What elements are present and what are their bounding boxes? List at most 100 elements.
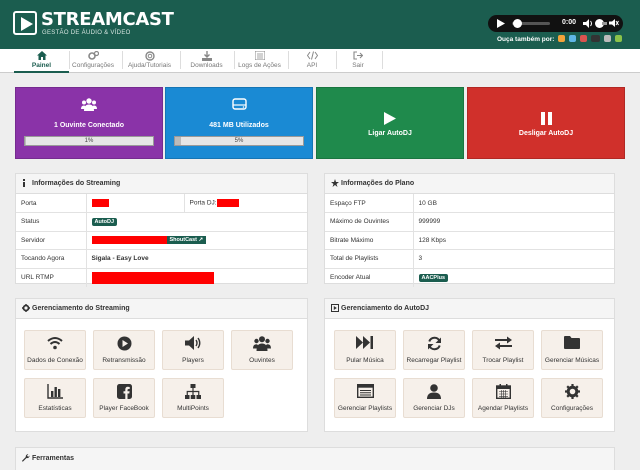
autodj-mgmt-panel: Gerenciamento do AutoDJ Pular Música Rec… xyxy=(324,298,615,432)
gear-icon xyxy=(542,384,602,402)
plan-info-title: Informações do Plano xyxy=(325,174,614,194)
speaker-icon xyxy=(163,336,223,354)
streaming-info-title: Informações do Streaming xyxy=(16,174,307,194)
nav-item-sair[interactable]: Sair xyxy=(334,49,382,72)
plan-info-panel: Informações do Plano Espaço FTP 10 GB Máx… xyxy=(324,173,615,287)
users-icon xyxy=(16,98,162,113)
tile-estatisticas[interactable]: Estatísticas xyxy=(24,378,86,418)
list-icon xyxy=(232,49,287,61)
users-icon xyxy=(232,336,292,354)
player-time: 0:00 xyxy=(562,19,577,26)
exit-icon xyxy=(334,49,382,61)
ouca-label: Ouça também por: xyxy=(497,36,555,43)
play-icon[interactable] xyxy=(496,19,505,28)
listeners-label: 1 Ouvinte Conectado xyxy=(53,122,124,129)
media-icon xyxy=(331,304,339,314)
plan-info-table: Espaço FTP 10 GB Máximo de Ouvintes 999999… xyxy=(325,194,614,287)
pause-icon xyxy=(468,112,624,127)
streaming-info-table: Porta Porta DJ: Status AutoDJ Servidor S… xyxy=(16,194,307,287)
tile-retransmissao[interactable]: Retransmissão xyxy=(93,330,155,370)
tile-players[interactable]: Players xyxy=(162,330,224,370)
volume-icon[interactable] xyxy=(583,19,593,28)
speaker-icon[interactable] xyxy=(609,18,619,28)
tile-pular-musica[interactable]: Pular Música xyxy=(334,330,396,370)
table-row: Bitrate Máximo 128 Kbps xyxy=(325,231,614,250)
table-row: Máximo de Ouvintes 999999 xyxy=(325,212,614,232)
table-row: URL RTMP xyxy=(16,268,307,287)
play-icon xyxy=(317,112,463,127)
status-badge: AutoDJ xyxy=(91,217,118,226)
nav-item-painel[interactable]: Painel xyxy=(14,49,69,73)
tile-configuracoes[interactable]: Configurações xyxy=(541,378,603,418)
star-icon xyxy=(331,179,339,189)
redacted-value xyxy=(91,199,109,207)
app-icons xyxy=(558,35,624,42)
tools-panel: Ferramentas xyxy=(15,447,615,470)
streaming-mgmt-title: Gerenciamento do Streaming xyxy=(16,299,307,319)
gears-icon xyxy=(63,49,123,61)
wifi-icon xyxy=(25,336,85,354)
table-row: Status AutoDJ xyxy=(16,212,307,232)
encoder-badge: AACPlus xyxy=(418,273,449,282)
tile-agendar-playlists[interactable]: Agendar Playlists xyxy=(472,378,534,418)
android-icon[interactable] xyxy=(614,35,622,42)
refresh-icon xyxy=(404,336,464,354)
itunes-icon[interactable] xyxy=(568,35,576,42)
tile-gerenciar-djs[interactable]: Gerenciar DJs xyxy=(403,378,465,418)
tile-gerenciar-musicas[interactable]: Gerenciar Músicas xyxy=(541,330,603,370)
logo-subtitle: GESTÃO DE ÁUDIO & VÍDEO xyxy=(42,30,131,36)
storage-card: 481 MB Utilizados 5% xyxy=(165,87,313,159)
tile-player-facebook[interactable]: Player FaceBook xyxy=(93,378,155,418)
tile-ouvintes[interactable]: Ouvintes xyxy=(231,330,293,370)
info-icon xyxy=(22,179,26,189)
seek-handle[interactable] xyxy=(513,19,522,28)
nav-item-logs[interactable]: Logs de Ações xyxy=(232,49,287,72)
stop-autodj-button[interactable]: Desligar AutoDJ xyxy=(467,87,625,159)
start-autodj-label: Ligar AutoDJ xyxy=(368,130,412,137)
listeners-card: 1 Ouvinte Conectado 1% xyxy=(15,87,163,159)
tile-trocar-playlist[interactable]: Trocar Playlist xyxy=(472,330,534,370)
home-icon xyxy=(14,49,69,61)
tile-multipoints[interactable]: MultiPoints xyxy=(162,378,224,418)
redacted-value xyxy=(91,236,167,245)
storage-label: 481 MB Utilizados xyxy=(209,122,269,129)
table-row: Encoder Atual AACPlus xyxy=(325,268,614,287)
tile-dados-conexao[interactable]: Dados de Conexão xyxy=(24,330,86,370)
vlc-icon[interactable] xyxy=(590,35,600,42)
list-alt-icon xyxy=(335,383,395,402)
code-icon xyxy=(288,49,336,61)
nav-item-downloads[interactable]: Downloads xyxy=(179,49,234,72)
nav-item-ajuda[interactable]: Ajuda/Tutoriais xyxy=(118,49,181,72)
gear-icon xyxy=(22,304,30,314)
logo[interactable]: STREAMCAST GESTÃO DE ÁUDIO & VÍDEO xyxy=(13,10,174,40)
play-logo-icon xyxy=(13,11,37,35)
nav-item-configuracoes[interactable]: Configurações xyxy=(63,49,123,72)
apple-icon[interactable] xyxy=(603,35,611,42)
facebook-icon xyxy=(94,384,154,402)
table-row: Total de Playlists 3 xyxy=(325,249,614,269)
download-icon xyxy=(179,49,234,61)
stop-autodj-label: Desligar AutoDJ xyxy=(518,130,574,137)
table-row: Porta Porta DJ: xyxy=(16,194,307,213)
tile-recarregar-playlist[interactable]: Recarregar Playlist xyxy=(403,330,465,370)
skip-forward-icon xyxy=(335,336,395,354)
start-autodj-button[interactable]: Ligar AutoDJ xyxy=(316,87,464,159)
table-row: Espaço FTP 10 GB xyxy=(325,194,614,213)
media-player-icon[interactable] xyxy=(579,35,587,42)
tile-gerenciar-playlists[interactable]: Gerenciar Playlists xyxy=(334,378,396,418)
tools-title[interactable]: Ferramentas xyxy=(16,448,614,470)
shoutcast-badge[interactable]: ShoutCast ↗ xyxy=(166,236,207,245)
folder-icon xyxy=(542,336,602,354)
table-row: Tocando Agora Sigala - Easy Love xyxy=(16,249,307,269)
winamp-icon[interactable] xyxy=(558,35,565,42)
hard-drive-icon xyxy=(166,98,312,112)
wrench-icon xyxy=(22,454,30,464)
table-row: Servidor ShoutCast ↗ xyxy=(16,231,307,250)
streaming-mgmt-panel: Gerenciamento do Streaming Dados de Cone… xyxy=(15,298,308,432)
play-circle-icon xyxy=(94,336,154,354)
volume-bar[interactable] xyxy=(602,22,607,25)
nav-item-api[interactable]: API xyxy=(288,49,336,72)
main-nav: Painel Configurações Ajuda/Tutoriais Dow… xyxy=(0,49,640,73)
sitemap-icon xyxy=(163,384,223,402)
calendar-icon xyxy=(473,384,533,402)
